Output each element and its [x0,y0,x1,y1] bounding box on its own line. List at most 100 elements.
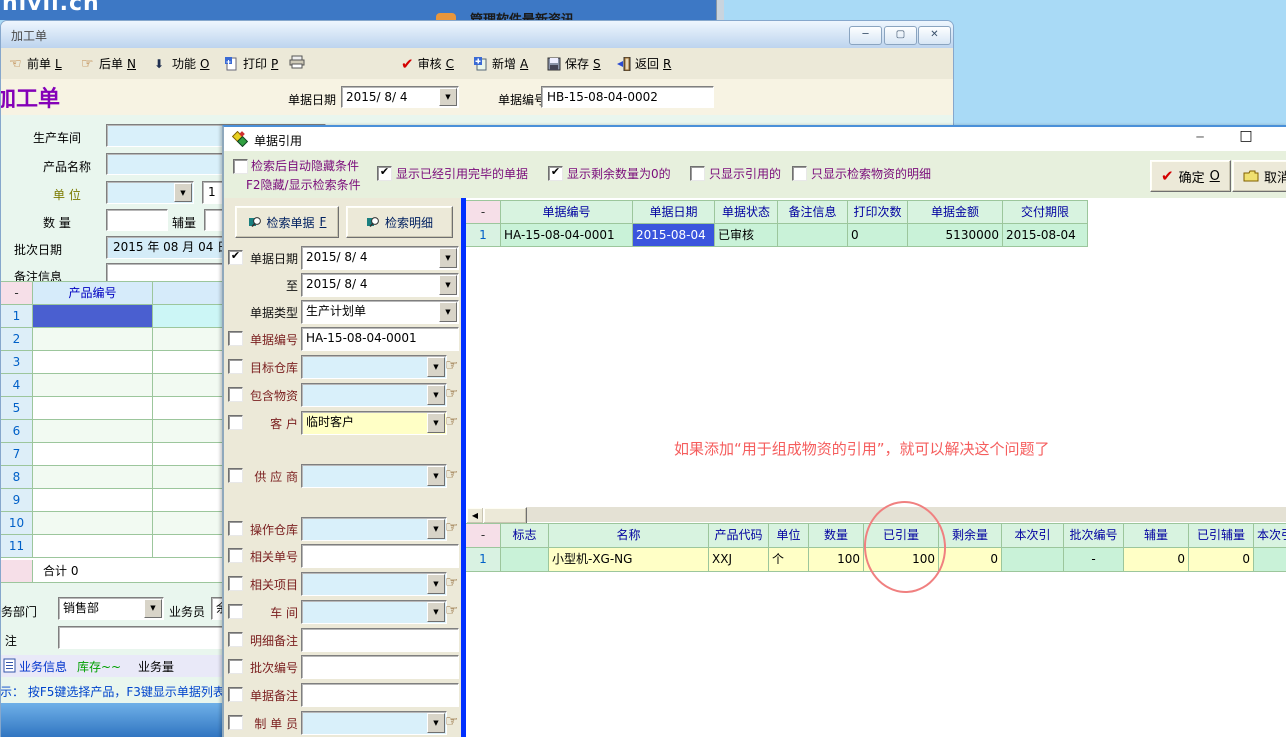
only-referenced-checkbox[interactable] [690,166,705,181]
include-material-combobox[interactable]: ▼ [301,383,447,407]
chevron-down-icon[interactable]: ▼ [427,602,445,622]
grid-cell[interactable] [153,397,223,419]
col-blank[interactable] [153,282,223,304]
grid-row[interactable]: 7 [1,443,224,466]
detail-remark-input[interactable] [301,628,459,652]
target-warehouse-combobox[interactable]: ▼ [301,355,447,379]
grid-cell[interactable] [33,535,153,557]
col-this-ref-aux[interactable]: 本次引辅量 [1254,523,1286,548]
doc-no-filter-input[interactable]: HA-15-08-04-0001 [301,327,459,351]
chevron-down-icon[interactable]: ▼ [439,248,457,268]
chevron-down-icon[interactable]: ▼ [144,599,162,618]
grid-cell[interactable] [153,305,223,327]
return-button[interactable]: 返回R [617,55,671,72]
pick-hand-icon[interactable]: ☞ [445,386,458,401]
grid-cell[interactable] [33,489,153,511]
grid-row[interactable]: 9 [1,489,224,512]
grid-cell[interactable] [153,328,223,350]
col-unit[interactable]: 单位 [769,523,809,548]
show-zero-checkbox[interactable] [548,166,563,181]
grid-cell[interactable] [33,328,153,350]
pick-hand-icon[interactable]: ☞ [445,520,458,535]
grid-cell[interactable] [33,443,153,465]
chevron-down-icon[interactable]: ▼ [427,466,445,486]
auto-hide-checkbox[interactable] [233,159,248,174]
grid-cell[interactable] [153,351,223,373]
workshop-filter-combobox[interactable]: ▼ [301,600,447,624]
grid-cell[interactable] [153,420,223,442]
grid-row[interactable]: 11 [1,535,224,558]
doc-type-combobox[interactable]: 生产计划单▼ [301,300,459,324]
pick-hand-icon[interactable]: ☞ [445,575,458,590]
scrollbar-thumb[interactable] [483,507,527,524]
col-amount[interactable]: 单据金额 [908,200,1003,224]
pick-hand-icon[interactable]: ☞ [445,414,458,429]
grid-row[interactable]: 10 [1,512,224,535]
col-status[interactable]: 单据状态 [715,200,778,224]
chevron-down-icon[interactable]: ▼ [174,183,192,202]
col-code[interactable]: 产品代码 [709,523,769,548]
grid-row[interactable]: 6 [1,420,224,443]
chevron-down-icon[interactable]: ▼ [427,385,445,405]
col-doc-no[interactable]: 单据编号 [501,200,633,224]
dept-combobox[interactable]: 销售部▼ [58,597,164,620]
only-detail-checkbox[interactable] [792,166,807,181]
customer-combobox[interactable]: 临时客户▼ [301,411,447,435]
note-input[interactable] [58,626,230,649]
grid-cell[interactable] [153,512,223,534]
grid-cell[interactable] [33,397,153,419]
col-print-count[interactable]: 打印次数 [848,200,908,224]
printer-icon[interactable] [289,55,305,69]
show-finished-checkbox[interactable] [377,166,392,181]
doc-date-combobox[interactable]: 2015/ 8/ 4▼ [341,86,459,108]
col-doc-date[interactable]: 单据日期 [633,200,715,224]
grid-row[interactable]: 1 [1,305,224,328]
grid-cell[interactable] [33,351,153,373]
close-button[interactable]: ✕ [918,26,951,45]
add-button[interactable]: 新增A [474,55,528,72]
chevron-down-icon[interactable]: ▼ [439,88,457,106]
doc-remark-input[interactable] [301,683,459,707]
op-warehouse-combobox[interactable]: ▼ [301,517,447,541]
supplier-combobox[interactable]: ▼ [301,464,447,488]
grid-row[interactable]: 2 [1,328,224,351]
doc-no-input[interactable]: HB-15-08-04-0002 [541,86,714,108]
col-name[interactable]: 名称 [549,523,709,548]
col-this-ref[interactable]: 本次引 [1002,523,1064,548]
doc-list-row[interactable]: 1 HA-15-08-04-0001 2015-08-04 已审核 0 5130… [466,224,1286,247]
function-button[interactable]: ⬇功能O [154,55,209,72]
stock-label[interactable]: 库存~~ [77,658,121,675]
scroll-left-icon[interactable]: ◀ [466,507,484,524]
grid-cell[interactable] [153,374,223,396]
pick-hand-icon[interactable]: ☞ [445,603,458,618]
grid-cell[interactable] [33,420,153,442]
doc-date-to-combobox[interactable]: 2015/ 8/ 4▼ [301,273,459,297]
unit-combobox[interactable]: ▼ [106,181,194,204]
grid-cell[interactable] [153,443,223,465]
chevron-down-icon[interactable]: ▼ [427,713,445,733]
main-window-titlebar[interactable]: 加工单 ─ ▢ ✕ [1,21,953,48]
search-docs-button[interactable]: 检索单据F [235,206,339,238]
chevron-down-icon[interactable]: ▼ [427,357,445,377]
grid-cell[interactable] [33,512,153,534]
grid-cell[interactable] [153,535,223,557]
doc-date-from-combobox[interactable]: 2015/ 8/ 4▼ [301,246,459,270]
search-details-button[interactable]: 检索明细 [346,206,453,238]
pick-hand-icon[interactable]: ☞ [445,358,458,373]
grid-row[interactable]: 4 [1,374,224,397]
dialog-titlebar[interactable]: 单据引用 ─ □ [224,127,1286,151]
col-qty[interactable]: 数量 [809,523,864,548]
col-deadline[interactable]: 交付期限 [1003,200,1088,224]
chevron-down-icon[interactable]: ▼ [439,275,457,295]
grid-row[interactable]: 5 [1,397,224,420]
quantity-input[interactable] [106,209,168,231]
related-project-combobox[interactable]: ▼ [301,572,447,596]
chevron-down-icon[interactable]: ▼ [427,574,445,594]
batch-no-input[interactable] [301,655,459,679]
grid-row[interactable]: 3 [1,351,224,374]
col-flag[interactable]: 标志 [501,523,549,548]
col-product-no[interactable]: 产品编号 [33,282,153,304]
print-button[interactable]: 打印P [225,55,278,72]
grid-cell[interactable] [153,489,223,511]
grid-cell[interactable] [153,466,223,488]
